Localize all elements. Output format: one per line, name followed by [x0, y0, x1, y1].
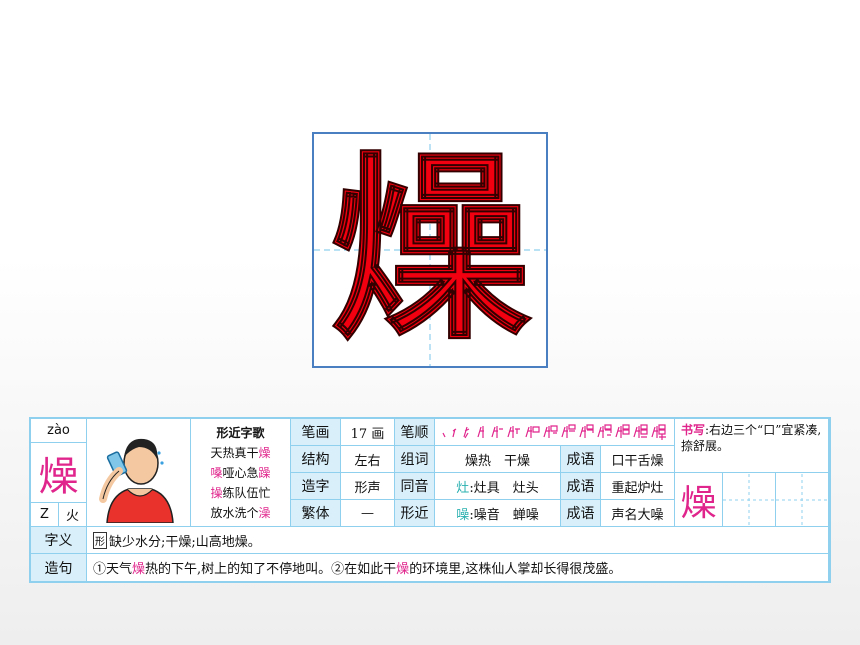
practice-grid-icon — [723, 473, 775, 526]
similar-words: :噪音 蝉噪 — [469, 507, 539, 523]
stroke-order — [435, 419, 675, 446]
formation-label: 造字 — [291, 473, 341, 500]
illustration-drinking-man — [87, 419, 191, 527]
idiom-label-3: 成语 — [561, 500, 601, 527]
meaning-label: 字义 — [31, 527, 87, 554]
song-line-text: 放水洗个 — [210, 505, 259, 520]
idiom-label-2: 成语 — [561, 473, 601, 500]
similar-label: 形近 — [395, 500, 435, 527]
stroke-order-icon — [441, 424, 666, 440]
homophone-words: :灶具 灶头 — [469, 480, 539, 496]
large-character: 燥 — [329, 132, 531, 367]
radical: 火 — [59, 503, 87, 527]
traditional-value: — — [341, 500, 395, 527]
sentence-char: 燥 — [396, 562, 410, 577]
sentence-text: 热的下午,树上的知了不停地叫。②在如此干 — [145, 562, 397, 577]
song-line-char: 燥 — [258, 445, 271, 460]
idiom-3: 声名大噪 — [601, 500, 675, 527]
sentence-char: 燥 — [132, 562, 146, 577]
main-character: 燥 — [31, 443, 87, 503]
traditional-label: 繁体 — [291, 500, 341, 527]
idiom-1: 口干舌燥 — [601, 446, 675, 473]
sentence-text: ①天气 — [93, 562, 133, 577]
song-line-3: 操练队伍忙 — [210, 483, 270, 503]
practice-grid-1 — [723, 473, 776, 527]
writing-label: 书写 — [681, 423, 706, 437]
strokes-label: 笔画 — [291, 419, 341, 446]
writing-sample-character: 燥 — [675, 473, 723, 527]
song-line-text: 哑心急 — [222, 465, 259, 480]
sentence-value: ①天气燥热的下午,树上的知了不停地叫。②在如此干燥的环境里,这株仙人掌却长得很茂… — [87, 554, 829, 581]
drinking-man-icon — [98, 438, 174, 523]
adjective-tag: 形 — [93, 531, 107, 549]
song-line-char: 澡 — [258, 505, 271, 520]
song-line-char: 躁 — [258, 465, 271, 480]
meaning-value: 形缺少水分;干燥;山高地燥。 — [87, 527, 829, 554]
song-line-text: 练队伍忙 — [222, 485, 271, 500]
formation-value: 形声 — [341, 473, 395, 500]
character-box: 燥 — [312, 132, 548, 368]
song-line-char: 嗓 — [210, 465, 223, 480]
words-label: 组词 — [395, 446, 435, 473]
idiom-label-1: 成语 — [561, 446, 601, 473]
sentence-label: 造句 — [31, 554, 87, 581]
song-line-1: 天热真干燥 — [210, 443, 270, 463]
similar-char: 噪 — [456, 507, 470, 523]
structure-label: 结构 — [291, 446, 341, 473]
sentence-text: 的环境里,这株仙人掌却长得很茂盛。 — [409, 562, 622, 577]
character-card: zào 燥 Z 火 形近字歌 天热真干燥 嗓哑心急躁 操练队伍忙 放水洗个澡 笔… — [29, 417, 831, 583]
homophone-label: 同音 — [395, 473, 435, 500]
practice-grid-2 — [776, 473, 829, 527]
structure-value: 左右 — [341, 446, 395, 473]
song-line-text: 天热真干 — [210, 445, 259, 460]
structure-letter: Z — [31, 503, 59, 527]
practice-grid-icon — [776, 473, 828, 526]
song-block: 形近字歌 天热真干燥 嗓哑心急躁 操练队伍忙 放水洗个澡 — [191, 419, 291, 527]
meaning-text: 缺少水分;干燥;山高地燥。 — [109, 534, 261, 550]
similar-value: 噪:噪音 蝉噪 — [435, 500, 561, 527]
homophone-char: 灶 — [456, 480, 470, 496]
strokes-value: 17 画 — [341, 419, 395, 446]
song-line-4: 放水洗个澡 — [210, 503, 270, 523]
song-line-2: 嗓哑心急躁 — [210, 463, 270, 483]
idiom-2: 重起炉灶 — [601, 473, 675, 500]
song-line-char: 操 — [210, 485, 223, 500]
words-value: 燥热 干燥 — [435, 446, 561, 473]
song-title: 形近字歌 — [216, 425, 265, 440]
stroke-order-label: 笔顺 — [395, 419, 435, 446]
pinyin: zào — [31, 419, 87, 443]
homophone-value: 灶:灶具 灶头 — [435, 473, 561, 500]
writing-tip: 书写:右边三个“口”宜紧凑,捺舒展。 — [675, 419, 829, 473]
